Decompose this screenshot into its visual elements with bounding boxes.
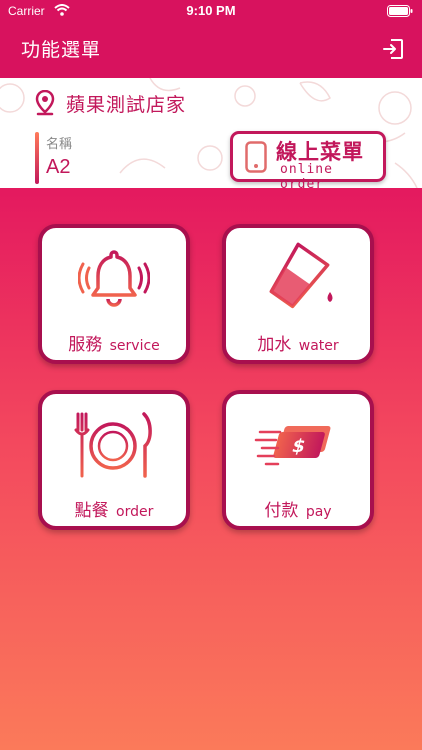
table-label: 名稱 (46, 137, 73, 152)
status-time: 9:10 PM (186, 3, 236, 18)
logout-icon[interactable] (382, 38, 404, 64)
service-label: 服務 service (68, 335, 160, 355)
pay-tile[interactable]: $ 付款 pay (222, 390, 374, 530)
pay-label: 付款 pay (264, 501, 332, 521)
location-pin-icon (35, 89, 55, 120)
status-bar: Carrier 9:10 PM (0, 0, 422, 22)
water-label: 加水 water (257, 335, 339, 355)
store-panel: 蘋果測試店家 名稱 A2 線上菜單 online order (0, 78, 422, 188)
plate-cutlery-icon (74, 412, 152, 478)
store-name: 蘋果測試店家 (66, 94, 187, 116)
online-order-button[interactable]: 線上菜單 online order (230, 131, 386, 188)
order-tile[interactable]: 點餐 order (38, 390, 190, 530)
page-title: 功能選單 (21, 39, 102, 61)
service-tile[interactable]: 服務 service (38, 224, 190, 364)
battery-icon (387, 5, 413, 20)
function-grid: 服務 service 加水 water 點餐 order $ 付款 pay (0, 188, 422, 750)
money-icon: $ (254, 426, 331, 466)
bell-icon (78, 250, 150, 307)
header: Carrier 9:10 PM 功能選單 (0, 0, 422, 78)
phone-icon (245, 141, 267, 177)
order-label: 點餐 order (74, 501, 154, 521)
table-value: A2 (46, 156, 71, 178)
table-accent-bar (35, 132, 39, 184)
water-glass-icon (269, 242, 333, 309)
online-order-subtitle: online order (280, 162, 333, 188)
water-tile[interactable]: 加水 water (222, 224, 374, 364)
